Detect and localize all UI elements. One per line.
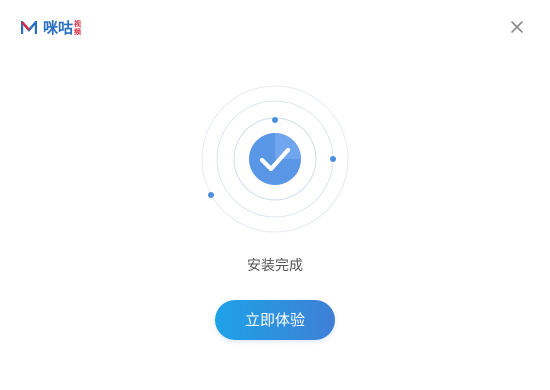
logo-subtext: 视频 [74,20,82,36]
orbit-dot [272,117,278,123]
installer-window: 咪咕 视频 安装完成 立即体验 [0,0,550,390]
install-complete-illustration [200,84,350,234]
orbit-rings-icon [201,85,349,233]
app-logo: 咪咕 视频 [21,19,82,37]
close-icon [511,21,523,33]
orbit-dot [208,192,214,198]
logo-text: 咪咕 [43,19,74,37]
install-status-text: 安装完成 [247,258,303,274]
close-button[interactable] [508,18,526,36]
orbit-dot [330,156,336,162]
check-icon [249,133,301,185]
try-now-button[interactable]: 立即体验 [215,300,335,340]
migu-logo-mark-icon [21,21,37,34]
